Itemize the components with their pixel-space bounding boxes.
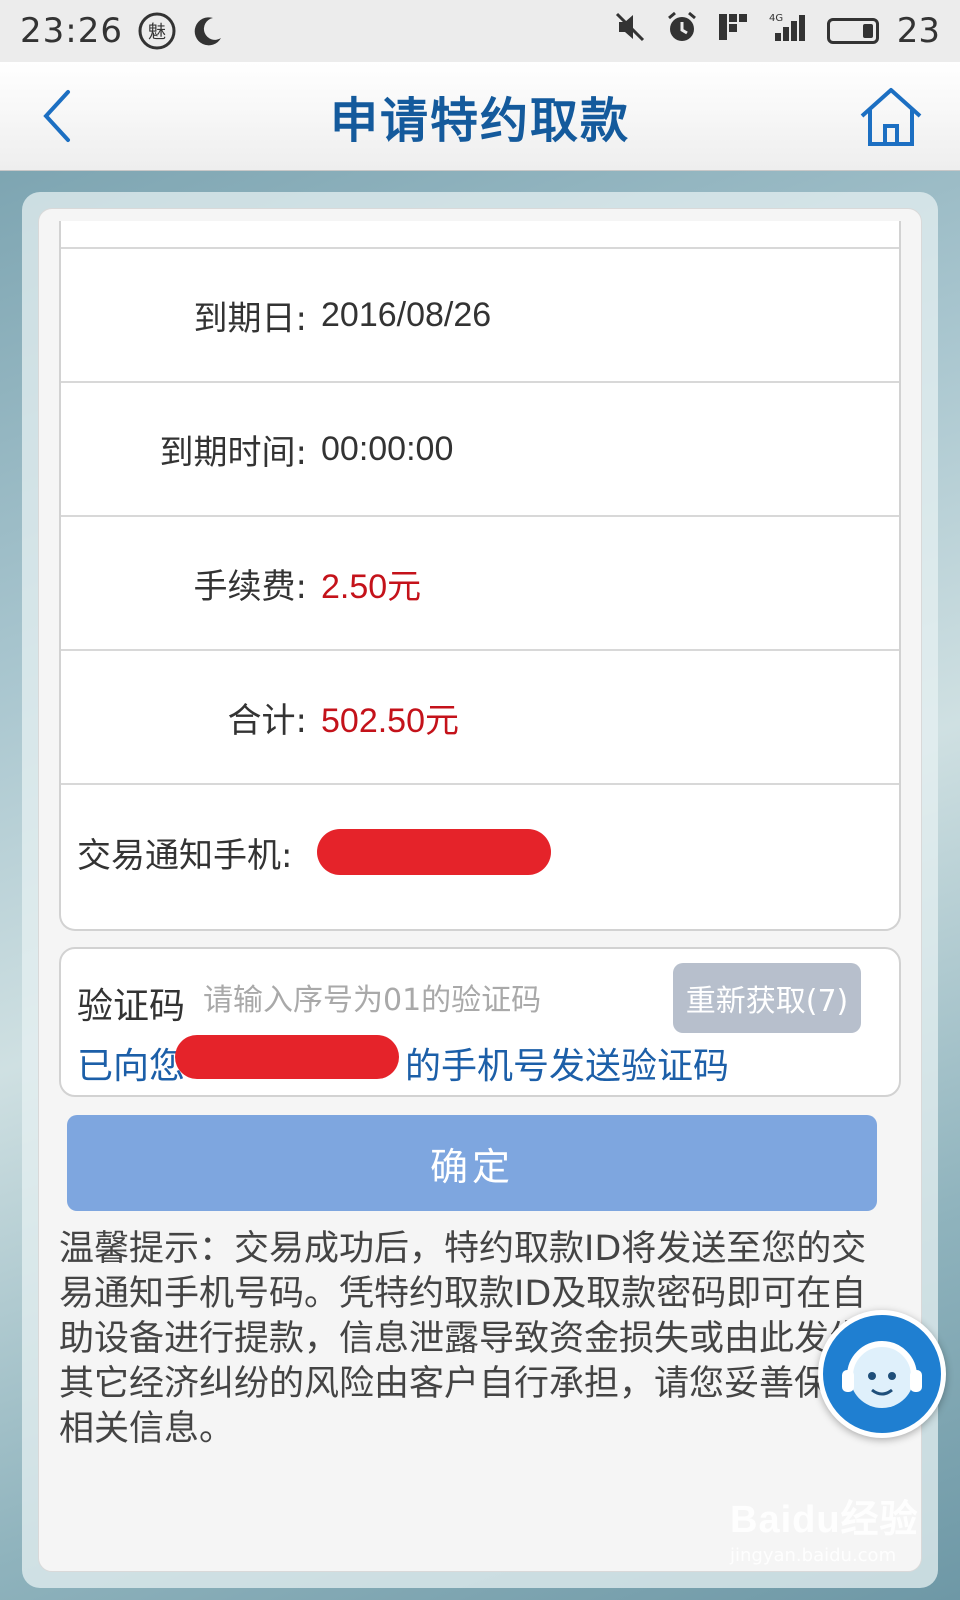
total-label: 合计: — [227, 700, 307, 741]
moon-icon — [191, 14, 225, 48]
home-button[interactable] — [856, 82, 926, 152]
info-row-fee: 手续费: 2.50元 — [61, 517, 899, 651]
content-panel: 到期日: 2016/08/26 到期时间: 00:00:00 手续费: 2.50… — [22, 192, 938, 1588]
due-time-label: 到期时间: — [159, 432, 307, 473]
due-date-label: 到期日: — [193, 298, 307, 339]
page-title: 申请特约取款 — [329, 93, 630, 149]
info-row-clipped — [61, 221, 899, 249]
confirm-button[interactable]: 确定 — [67, 1115, 877, 1211]
code-sent-suffix: 的手机号发送验证码 — [405, 1046, 730, 1087]
content-inner: 到期日: 2016/08/26 到期时间: 00:00:00 手续费: 2.50… — [38, 208, 922, 1572]
battery-level: 23 — [896, 11, 940, 51]
battery-icon — [826, 18, 879, 44]
fee-value: 2.50元 — [321, 567, 422, 606]
wifi-signal-icon — [717, 11, 751, 51]
status-bar: 23:26 魅 4G 23 — [0, 0, 960, 62]
alarm-icon — [665, 10, 699, 53]
app-header: 申请特约取款 — [0, 62, 960, 171]
phone-redaction — [317, 829, 551, 875]
baidu-watermark: Baidu经验 jingyan.baidu.com — [730, 1488, 930, 1588]
notify-phone-label: 交易通知手机: — [77, 835, 293, 876]
watermark-sub: jingyan.baidu.com — [730, 1545, 897, 1566]
customer-service-button[interactable] — [818, 1310, 946, 1438]
code-sent-prefix: 已向您 — [77, 1046, 186, 1087]
meizu-badge-icon: 魅 — [137, 11, 177, 51]
back-button[interactable] — [26, 84, 90, 148]
code-sent-notice: 已向您 的手机号发送验证码 — [77, 1037, 729, 1089]
info-row-due-time: 到期时间: 00:00:00 — [61, 383, 899, 517]
sent-phone-redaction — [175, 1035, 399, 1079]
status-time: 23:26 — [20, 11, 123, 51]
info-row-due-date: 到期日: 2016/08/26 — [61, 249, 899, 383]
due-date-value: 2016/08/26 — [321, 295, 492, 334]
verification-card: 验证码 重新获取(7) 已向您 的手机号发送验证码 — [59, 947, 901, 1097]
svg-text:魅: 魅 — [148, 22, 166, 43]
verification-code-input[interactable] — [201, 971, 665, 1029]
due-time-value: 00:00:00 — [321, 429, 454, 468]
fee-label: 手续费: — [193, 566, 307, 607]
info-row-total: 合计: 502.50元 — [61, 651, 899, 785]
info-card: 到期日: 2016/08/26 到期时间: 00:00:00 手续费: 2.50… — [59, 221, 901, 931]
info-row-notify-phone: 交易通知手机: — [61, 785, 899, 919]
warm-tip: 温馨提示：交易成功后，特约取款ID将发送至您的交易通知手机号码。凭特约取款ID及… — [59, 1229, 867, 1449]
verification-code-label: 验证码 — [77, 986, 186, 1027]
signal-4g-icon: 4G — [769, 11, 809, 52]
back-chevron-icon — [43, 90, 70, 142]
customer-service-icon — [842, 1341, 922, 1408]
home-icon — [860, 88, 922, 146]
mute-icon — [613, 10, 647, 53]
total-value: 502.50元 — [321, 701, 459, 740]
svg-text:4G: 4G — [769, 13, 783, 24]
resend-code-button[interactable]: 重新获取(7) — [673, 963, 861, 1033]
watermark-main: Baidu经验 — [730, 1499, 919, 1541]
